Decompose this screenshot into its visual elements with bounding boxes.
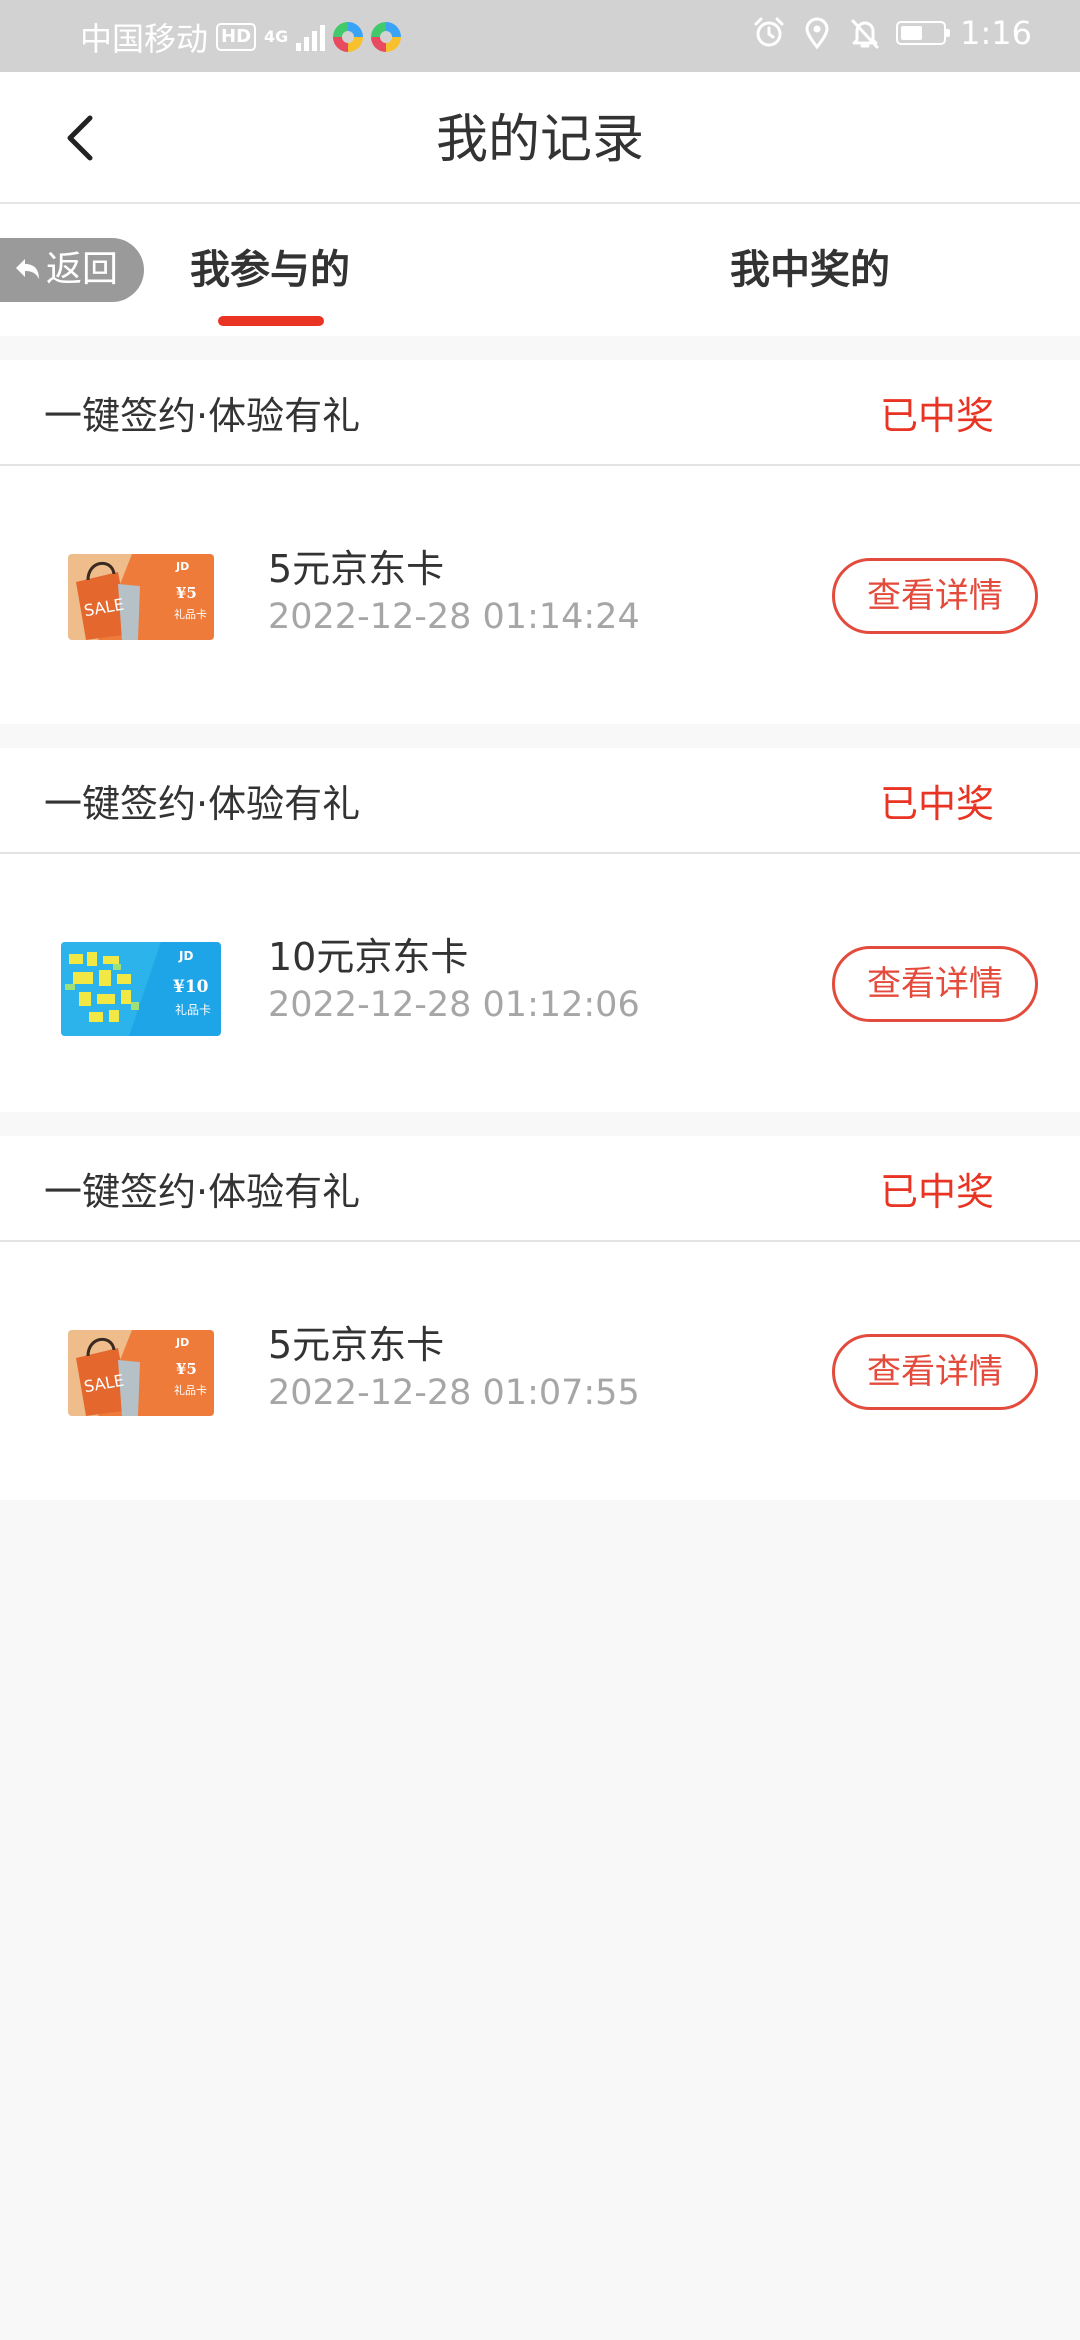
bell-off-icon <box>851 19 879 49</box>
gift-card-image: JD ¥10 礼品卡 <box>61 942 221 1036</box>
carrier-label: 中国移动 <box>80 20 209 58</box>
record-card: 一键签约·体验有礼 已中奖 SALE JD ¥5 礼品卡 5元京东卡 2022-… <box>0 1136 1080 1500</box>
record-list: 一键签约·体验有礼 已中奖 SALE JD ¥5 礼品卡 5元京东卡 2022-… <box>0 336 1080 1500</box>
return-button[interactable]: 返回 <box>0 238 144 302</box>
clock-label: 1:16 <box>960 14 1032 52</box>
view-details-button[interactable]: 查看详情 <box>832 558 1038 634</box>
return-button-label: 返回 <box>46 249 119 290</box>
header: 我的记录 <box>0 72 1080 204</box>
record-card: 一键签约·体验有礼 已中奖 JD ¥10 礼品卡 10元京东卡 2022-12-… <box>0 748 1080 1112</box>
card-brand: JD <box>178 949 193 963</box>
record-body: SALE JD ¥5 礼品卡 5元京东卡 2022-12-28 01:07:55… <box>0 1242 1080 1500</box>
gift-card-image: SALE JD ¥5 礼品卡 <box>68 1330 214 1416</box>
view-details-button[interactable]: 查看详情 <box>832 1334 1038 1410</box>
status-right: 1:16 <box>752 14 1032 52</box>
tab-bar: 返回 我参与的 我中奖的 <box>0 204 1080 336</box>
card-label: 礼品卡 <box>174 607 207 621</box>
card-amount: ¥5 <box>176 584 197 602</box>
tab-participated[interactable]: 我参与的 <box>190 240 350 300</box>
record-body: JD ¥10 礼品卡 10元京东卡 2022-12-28 01:12:06 查看… <box>0 854 1080 1112</box>
active-tab-indicator <box>218 316 324 326</box>
card-brand: JD <box>175 1336 189 1349</box>
win-status: 已中奖 <box>879 393 994 438</box>
win-status: 已中奖 <box>879 781 994 826</box>
card-label: 礼品卡 <box>175 1002 211 1017</box>
record-header: 一键签约·体验有礼 已中奖 <box>0 1136 1080 1242</box>
signal-icon <box>296 23 326 51</box>
card-brand: JD <box>175 560 189 573</box>
activity-name: 一键签约·体验有礼 <box>44 1169 361 1214</box>
network-type-label: 4G <box>264 27 289 46</box>
prize-name: 10元京东卡 <box>268 935 469 979</box>
prize-time: 2022-12-28 01:14:24 <box>268 597 640 637</box>
hd-icon: HD <box>216 23 257 51</box>
page-title: 我的记录 <box>435 110 644 170</box>
activity-name: 一键签约·体验有礼 <box>44 781 361 826</box>
reply-arrow-icon <box>16 259 39 279</box>
prize-time: 2022-12-28 01:07:55 <box>268 1373 640 1413</box>
activity-name: 一键签约·体验有礼 <box>44 393 361 438</box>
status-bar: 中国移动 HD 4G 1:16 <box>0 0 1080 72</box>
record-body: SALE JD ¥5 礼品卡 5元京东卡 2022-12-28 01:14:24… <box>0 466 1080 724</box>
prize-time: 2022-12-28 01:12:06 <box>268 985 640 1025</box>
win-status: 已中奖 <box>879 1169 994 1214</box>
card-amount: ¥10 <box>173 977 209 997</box>
record-card: 一键签约·体验有礼 已中奖 SALE JD ¥5 礼品卡 5元京东卡 2022-… <box>0 360 1080 724</box>
status-left: 中国移动 HD 4G <box>80 14 402 60</box>
record-header: 一键签约·体验有礼 已中奖 <box>0 748 1080 854</box>
prize-name: 5元京东卡 <box>268 1323 445 1367</box>
card-label: 礼品卡 <box>174 1383 207 1397</box>
tab-won[interactable]: 我中奖的 <box>730 240 890 300</box>
battery-icon <box>896 21 951 45</box>
card-amount: ¥5 <box>176 1360 197 1378</box>
app-notification-icon <box>371 22 402 52</box>
prize-name: 5元京东卡 <box>268 547 445 591</box>
gift-card-image: SALE JD ¥5 礼品卡 <box>68 554 214 640</box>
location-icon <box>805 17 829 50</box>
alarm-icon <box>754 17 784 47</box>
view-details-button[interactable]: 查看详情 <box>832 946 1038 1022</box>
app-notification-icon <box>333 22 364 52</box>
record-header: 一键签约·体验有礼 已中奖 <box>0 360 1080 466</box>
